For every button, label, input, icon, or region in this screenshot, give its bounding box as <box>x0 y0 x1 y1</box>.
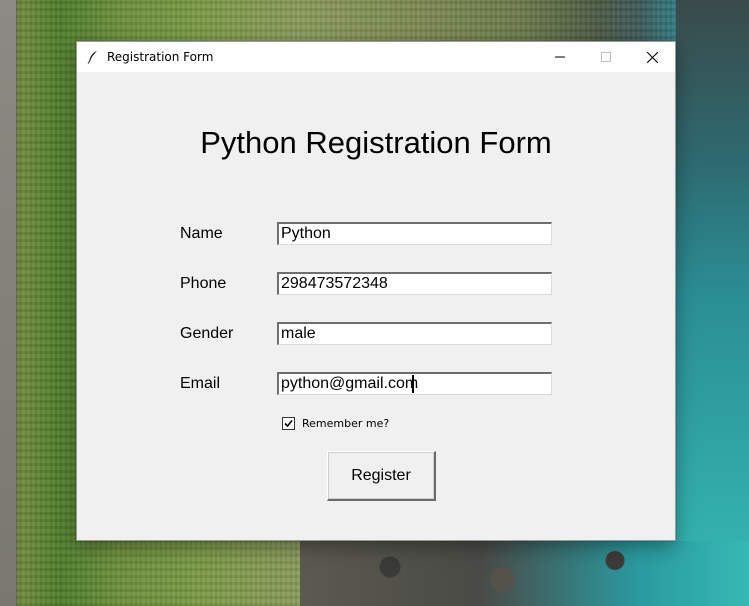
close-button[interactable] <box>629 42 675 72</box>
feather-icon <box>85 49 101 65</box>
email-label: Email <box>180 375 221 392</box>
checkmark-icon <box>284 419 293 428</box>
wallpaper-sea <box>676 0 749 541</box>
register-button[interactable]: Register <box>327 451 436 501</box>
wallpaper-road <box>0 0 16 606</box>
remember-me-label: Remember me? <box>302 417 390 430</box>
form-heading: Python Registration Form <box>200 125 552 160</box>
name-field[interactable]: Python <box>277 222 552 245</box>
minimize-button[interactable] <box>537 42 583 72</box>
wallpaper-rocks <box>300 541 749 606</box>
remember-me-option[interactable]: Remember me? <box>282 417 389 430</box>
gender-label: Gender <box>180 325 234 342</box>
text-caret <box>412 375 414 393</box>
gender-field[interactable]: male <box>277 322 552 345</box>
window-title: Registration Form <box>107 50 214 64</box>
registration-window: Registration Form Python Registration Fo… <box>76 41 676 541</box>
close-icon <box>646 51 658 63</box>
maximize-icon <box>601 52 611 62</box>
phone-label: Phone <box>180 275 227 292</box>
phone-field[interactable]: 298473572348 <box>277 272 552 295</box>
minimize-icon <box>555 56 565 58</box>
remember-me-checkbox[interactable] <box>282 417 295 430</box>
name-label: Name <box>180 225 223 242</box>
maximize-button[interactable] <box>583 42 629 72</box>
title-bar[interactable]: Registration Form <box>77 42 675 72</box>
email-field[interactable]: python@gmail.com <box>277 372 552 395</box>
